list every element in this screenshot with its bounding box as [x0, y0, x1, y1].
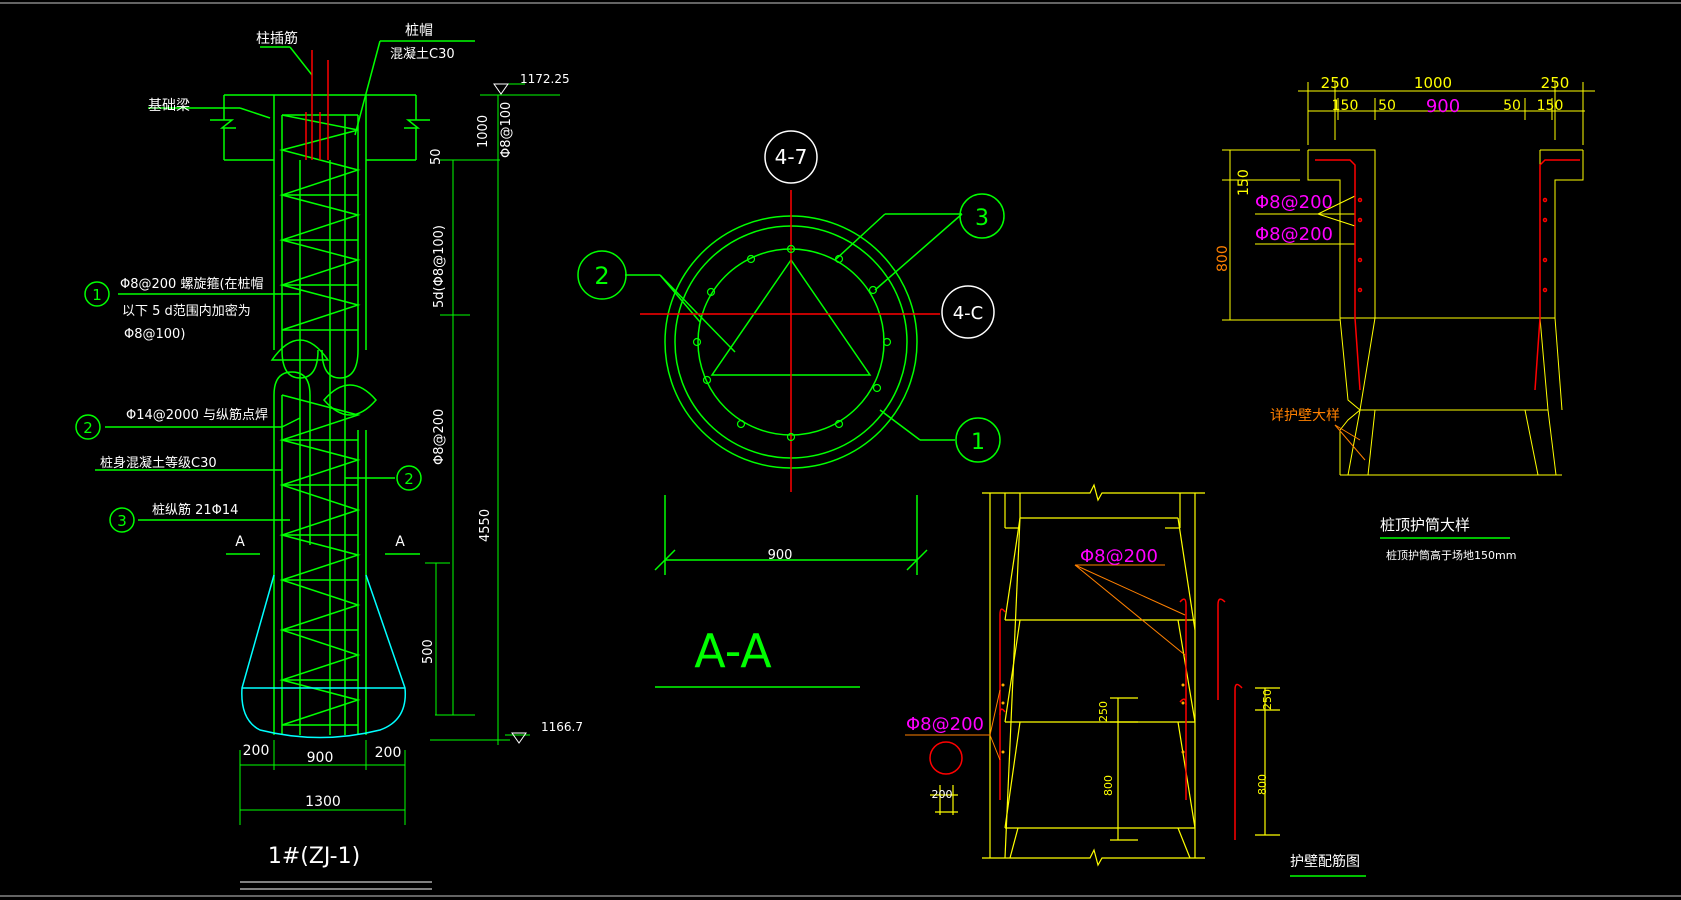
casing-dim-150-left: 150 — [1332, 98, 1359, 114]
callout-2b: 2 — [404, 470, 414, 488]
label-dim-200-right: 200 — [375, 745, 402, 761]
callout-2: 2 — [83, 419, 93, 437]
label-bottom-elev: 1166.7 — [541, 720, 583, 734]
label-col-rebar: 柱插筋 — [256, 30, 298, 47]
wall-dim-250-right: 250 — [1261, 689, 1274, 710]
casing-dim-150-right: 150 — [1537, 98, 1564, 114]
label-top-elev: 1172.25 — [520, 72, 570, 86]
label-cap: 桩帽 — [405, 22, 433, 39]
callout-1-text-b: 以下 5 d范围内加密为 — [122, 303, 251, 319]
cad-drawing-canvas: 柱插筋 桩帽 混凝土C30 基础梁 1172.25 1166.7 1000 Φ8… — [0, 0, 1681, 900]
casing-rebar-a: Φ8@200 — [1255, 192, 1333, 213]
axis-bubble-top: 4-7 — [775, 145, 808, 169]
label-rebar-mid: Φ8@200 — [432, 409, 447, 465]
wall-rebar-left: Φ8@200 — [906, 714, 984, 735]
aa-callout-1: 1 — [971, 430, 985, 455]
label-dim-500: 500 — [421, 639, 436, 664]
casing-dim-250-right: 250 — [1541, 74, 1570, 92]
wall-dim-250-inner: 250 — [1097, 701, 1110, 722]
label-dim-5d: 5d(Φ8@100) — [432, 225, 447, 308]
label-dim-1000: 1000 — [476, 115, 491, 148]
section-marker-left: A — [235, 534, 245, 550]
casing-dim-50-left: 50 — [1378, 98, 1396, 114]
casing-dim-250-left: 250 — [1321, 74, 1350, 92]
aa-dim-900: 900 — [768, 548, 793, 563]
wall-rebar-top: Φ8@200 — [1080, 546, 1158, 567]
label-dim-50: 50 — [429, 148, 444, 165]
aa-callout-3: 3 — [975, 206, 989, 231]
pile-title: 1#(ZJ-1) — [268, 844, 360, 869]
aa-callout-2: 2 — [594, 262, 609, 290]
aa-title: A-A — [694, 624, 772, 678]
callout-2-text: Φ14@2000 与纵筋点焊 — [126, 407, 268, 423]
casing-rebar-b: Φ8@200 — [1255, 224, 1333, 245]
label-cap-concrete: 混凝土C30 — [390, 46, 455, 62]
callout-1-text-a: Φ8@200 螺旋箍(在桩帽 — [120, 276, 264, 292]
casing-note: 桩顶护筒高于场地150mm — [1386, 548, 1516, 562]
axis-bubble-right: 4-C — [953, 303, 984, 324]
casing-wall-detail: 详护壁大样 — [1270, 408, 1340, 424]
callout-3-text: 桩纵筋 21Φ14 — [152, 502, 238, 518]
label-dim-4550: 4550 — [478, 509, 493, 542]
label-dim-200-left: 200 — [243, 743, 270, 759]
casing-dim-900: 900 — [1426, 96, 1460, 117]
casing-dim-150-v: 150 — [1236, 169, 1252, 196]
wall-dim-800-inner: 800 — [1102, 775, 1115, 796]
section-marker-right: A — [395, 534, 405, 550]
casing-dim-800-v: 800 — [1215, 245, 1231, 272]
wall-dim-800-right: 800 — [1256, 774, 1269, 795]
casing-title: 桩顶护筒大样 — [1380, 516, 1470, 534]
label-dim-900: 900 — [307, 750, 334, 766]
wall-rebar-title: 护壁配筋图 — [1290, 853, 1360, 870]
callout-3: 3 — [117, 512, 127, 530]
callout-1-text-c: Φ8@100) — [124, 327, 185, 342]
label-concrete-grade: 桩身混凝土等级C30 — [100, 455, 217, 471]
callout-1: 1 — [92, 286, 102, 304]
label-foundation-beam: 基础梁 — [148, 97, 190, 114]
label-dim-1300: 1300 — [305, 794, 341, 810]
label-rebar-top: Φ8@100 — [499, 102, 514, 158]
casing-dim-50-right: 50 — [1503, 98, 1521, 114]
casing-dim-1000: 1000 — [1414, 74, 1452, 92]
wall-dim-200: 200 — [932, 788, 953, 801]
